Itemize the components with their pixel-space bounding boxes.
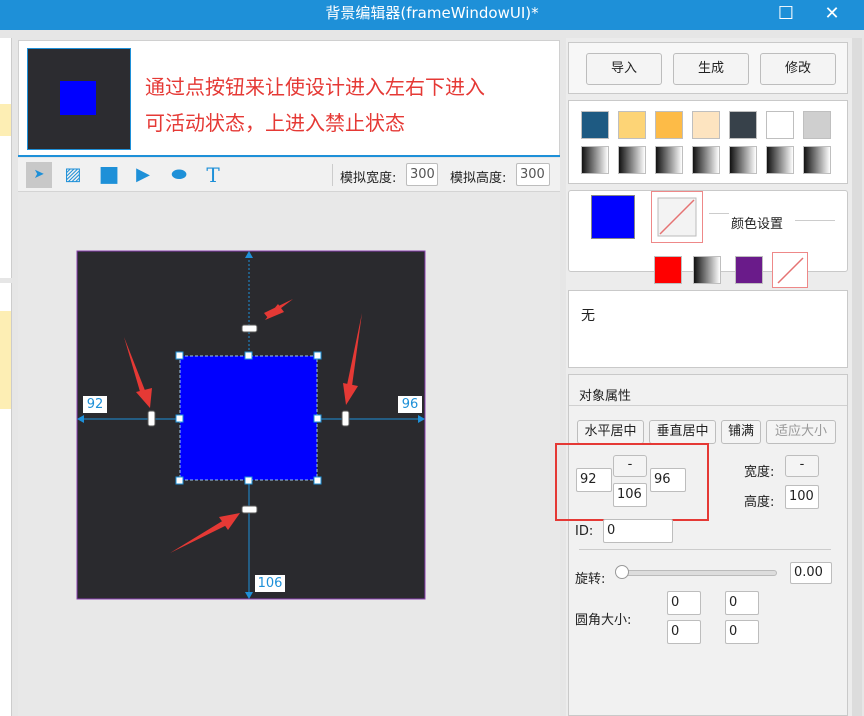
handle-bottom[interactable]	[244, 476, 253, 485]
handle-top[interactable]	[244, 351, 253, 360]
handle-bottom-left[interactable]	[175, 476, 184, 485]
rotate-input[interactable]: 0.00	[790, 562, 832, 584]
radius-label: 圆角大小:	[575, 613, 632, 628]
palette-gradient-swatch[interactable]	[766, 146, 794, 174]
handle-left[interactable]	[175, 414, 184, 423]
no-color-icon	[657, 197, 697, 237]
palette-swatch[interactable]	[655, 111, 683, 139]
palette-gradient-swatch[interactable]	[803, 146, 831, 174]
color-palette	[568, 100, 848, 184]
palette-swatch[interactable]	[692, 111, 720, 139]
palette-gradient-swatch[interactable]	[618, 146, 646, 174]
radius-top-left-input[interactable]: 0	[667, 591, 701, 615]
radius-top-right-input[interactable]: 0	[725, 591, 759, 615]
modify-button[interactable]: 修改	[760, 53, 836, 85]
handle-top-right[interactable]	[313, 351, 322, 360]
palette-swatch[interactable]	[803, 111, 831, 139]
info-text: 无	[581, 308, 595, 324]
right-anchor-toggle-icon[interactable]	[341, 410, 350, 427]
rotate-slider[interactable]	[619, 570, 777, 576]
action-button-group: 导入 生成 修改	[568, 42, 848, 94]
handle-top-left[interactable]	[175, 351, 184, 360]
selected-object[interactable]	[180, 356, 317, 480]
no-color-icon	[777, 257, 804, 284]
color-settings-rule-right	[795, 220, 835, 221]
section-divider	[569, 405, 847, 406]
canvas-bottom-margin-label: 106	[255, 575, 285, 592]
palette-gradient-swatch[interactable]	[581, 146, 609, 174]
left-anchor-toggle-icon[interactable]	[147, 410, 156, 427]
radius-bottom-left-input[interactable]: 0	[667, 620, 701, 644]
canvas-left-margin-label: 92	[83, 396, 107, 413]
palette-swatch[interactable]	[618, 111, 646, 139]
palette-gradient-swatch[interactable]	[729, 146, 757, 174]
height-input[interactable]: 100	[785, 485, 819, 509]
height-label: 高度:	[744, 495, 775, 510]
palette-gradient-swatch[interactable]	[692, 146, 720, 174]
radius-bottom-right-input[interactable]: 0	[725, 620, 759, 644]
fit-size-button[interactable]: 适应大小	[766, 420, 836, 444]
preset-none-swatch[interactable]	[772, 252, 808, 288]
id-label: ID:	[575, 524, 594, 539]
palette-swatch[interactable]	[581, 111, 609, 139]
handle-right[interactable]	[313, 414, 322, 423]
palette-gradient-swatch[interactable]	[655, 146, 683, 174]
handle-bottom-right[interactable]	[313, 476, 322, 485]
object-properties-label: 对象属性	[579, 389, 632, 404]
preset-red-swatch[interactable]	[654, 256, 682, 284]
id-input[interactable]: 0	[603, 519, 673, 543]
width-label: 宽度:	[744, 465, 775, 480]
vertical-scrollbar[interactable]	[852, 38, 862, 716]
stroke-none-swatch[interactable]	[651, 191, 703, 243]
top-anchor-toggle-icon[interactable]	[241, 324, 258, 333]
preset-purple-swatch[interactable]	[735, 256, 763, 284]
bottom-anchor-toggle-icon[interactable]	[241, 505, 258, 514]
rotate-label: 旋转:	[575, 572, 606, 587]
v-center-button[interactable]: 垂直居中	[649, 420, 716, 444]
object-properties-group: 对象属性 水平居中 垂直居中 铺满 适应大小 92 - 96 106 宽度: -…	[555, 374, 848, 716]
fill-button[interactable]: 铺满	[721, 420, 761, 444]
h-center-button[interactable]: 水平居中	[577, 420, 644, 444]
preset-gradient-swatch[interactable]	[693, 256, 721, 284]
canvas-right-margin-label: 96	[398, 396, 422, 413]
fill-color-swatch[interactable]	[591, 195, 635, 239]
props-divider	[579, 549, 831, 550]
info-box: 无	[568, 290, 848, 368]
generate-button[interactable]: 生成	[673, 53, 749, 85]
color-settings-rule	[709, 213, 729, 214]
annotation-highlight-box	[555, 443, 709, 521]
import-button[interactable]: 导入	[586, 53, 662, 85]
width-input[interactable]: -	[785, 455, 819, 477]
rotate-slider-thumb[interactable]	[615, 565, 629, 579]
palette-swatch[interactable]	[729, 111, 757, 139]
palette-swatch[interactable]	[766, 111, 794, 139]
color-settings-label: 颜色设置	[731, 217, 784, 232]
